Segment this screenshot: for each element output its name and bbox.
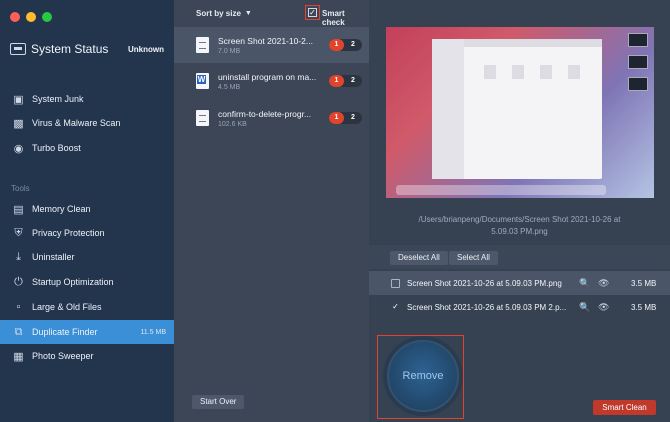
minimize-window-button[interactable]	[26, 12, 36, 22]
smart-clean-button[interactable]: Smart Clean	[593, 400, 656, 415]
deselect-all-button[interactable]: Deselect All	[390, 251, 448, 265]
row-checkbox[interactable]	[391, 278, 400, 288]
sidebar-item-label: Uninstaller	[32, 252, 75, 262]
sidebar: System Status Unknown ▣ System Junk ▩ Vi…	[0, 0, 174, 422]
photo-icon: ▦	[13, 350, 24, 363]
duplicate-size-badge: 11.5 MB	[140, 328, 166, 336]
word-file-icon	[196, 73, 209, 89]
file-name: Screen Shot 2021-10-2...	[218, 35, 313, 46]
duplicate-file-size: 3.5 MB	[631, 278, 657, 288]
system-status[interactable]: System Status Unknown	[10, 40, 164, 58]
monitor-icon: ▣	[13, 93, 24, 106]
preview-window-thumbnail	[432, 39, 602, 179]
checkmark-icon: ✓	[308, 8, 317, 17]
sidebar-item-virus-malware-scan[interactable]: ▩ Virus & Malware Scan	[0, 111, 174, 135]
sidebar-item-privacy-protection[interactable]: ⛨ Privacy Protection	[0, 221, 174, 245]
file-size: 4.5 MB	[218, 83, 241, 91]
sidebar-item-label: Virus & Malware Scan	[32, 118, 121, 128]
sidebar-item-large-old-files[interactable]: ▫ Large & Old Files	[0, 295, 174, 319]
duplicate-count-badge: 1 2	[329, 75, 362, 87]
sidebar-item-label: Large & Old Files	[32, 302, 102, 312]
duplicate-row[interactable]: Screen Shot 2021-10-26 at 5.09.03 PM.png…	[369, 271, 670, 295]
close-window-button[interactable]	[10, 12, 20, 22]
sidebar-item-uninstaller[interactable]: ⤓ Uninstaller	[0, 245, 174, 269]
scan-icon: ▩	[13, 117, 24, 130]
turbo-icon: ◉	[13, 142, 24, 155]
file-size: 102.6 KB	[218, 120, 247, 128]
duplicate-file-list-panel: Sort by size ▼ ✓ Smart check Screen Shot…	[174, 0, 369, 422]
sidebar-item-duplicate-finder[interactable]: ⧉ Duplicate Finder 11.5 MB	[0, 320, 174, 344]
remove-label: Remove	[402, 370, 444, 382]
smart-check-checkbox[interactable]: ✓	[305, 5, 320, 20]
start-over-button[interactable]: Start Over	[192, 395, 245, 409]
remove-button[interactable]: Remove	[387, 340, 459, 412]
sidebar-item-label: Duplicate Finder	[32, 327, 98, 337]
sidebar-item-photo-sweeper[interactable]: ▦ Photo Sweeper	[0, 344, 174, 368]
selected-count: 1	[329, 75, 344, 87]
uninstall-icon: ⤓	[16, 250, 21, 263]
sidebar-item-label: Startup Optimization	[32, 277, 114, 287]
duplicate-icon: ⧉	[14, 325, 23, 338]
image-preview[interactable]	[386, 27, 654, 198]
duplicate-file-size: 3.5 MB	[631, 302, 657, 312]
list-footer: Start Over	[174, 395, 369, 422]
row-checkbox[interactable]: ✓	[391, 302, 400, 312]
sidebar-item-label: Privacy Protection	[32, 228, 105, 238]
window-controls	[10, 12, 52, 22]
duplicate-row[interactable]: ✓ Screen Shot 2021-10-26 at 5.09.03 PM 2…	[369, 295, 670, 319]
power-icon: ⏻	[14, 275, 23, 288]
sidebar-item-label: Photo Sweeper	[32, 351, 94, 361]
zoom-window-button[interactable]	[42, 12, 52, 22]
sidebar-item-memory-clean[interactable]: ▤ Memory Clean	[0, 197, 174, 221]
select-all-button[interactable]: Select All	[449, 251, 498, 265]
selected-count: 1	[329, 112, 344, 124]
file-list-item[interactable]: confirm-to-delete-progr... 102.6 KB 1 2	[174, 100, 369, 136]
sidebar-item-turbo-boost[interactable]: ◉ Turbo Boost	[0, 136, 174, 160]
shield-icon: ⛨	[14, 226, 23, 239]
total-count: 2	[351, 114, 355, 121]
file-path: /Users/brianpeng/Documents/Screen Shot 2…	[369, 214, 670, 238]
system-status-title: System Status	[31, 42, 109, 56]
image-file-icon	[196, 37, 209, 53]
file-name: confirm-to-delete-progr...	[218, 108, 312, 119]
chevron-down-icon[interactable]: ▼	[245, 10, 252, 17]
sidebar-item-startup-optimization[interactable]: ⏻ Startup Optimization	[0, 270, 174, 294]
sidebar-item-label: Memory Clean	[32, 204, 91, 214]
preview-eye-icon[interactable]: 👁	[598, 302, 609, 313]
detail-panel: /Users/brianpeng/Documents/Screen Shot 2…	[369, 0, 670, 422]
preview-eye-icon[interactable]: 👁	[598, 278, 609, 289]
file-size: 7.0 MB	[218, 47, 241, 55]
selection-toolbar: Deselect All Select All	[369, 245, 670, 269]
smart-check-label[interactable]: Smart check	[322, 9, 369, 27]
duplicate-file-name: Screen Shot 2021-10-26 at 5.09.03 PM 2.p…	[407, 302, 567, 312]
reveal-in-finder-icon[interactable]: 🔍	[579, 278, 590, 289]
system-status-value: Unknown	[128, 44, 164, 54]
file-path-line: /Users/brianpeng/Documents/Screen Shot 2…	[418, 215, 621, 224]
file-list-item[interactable]: Screen Shot 2021-10-2... 7.0 MB 1 2	[174, 27, 369, 63]
image-file-icon	[196, 110, 209, 126]
sort-dropdown[interactable]: Sort by size	[196, 9, 241, 18]
sidebar-item-system-junk[interactable]: ▣ System Junk	[0, 87, 174, 111]
system-status-icon	[10, 43, 26, 55]
file-name: uninstall program on ma...	[218, 71, 317, 82]
reveal-in-finder-icon[interactable]: 🔍	[579, 302, 590, 313]
selected-count: 1	[329, 39, 344, 51]
duplicate-count-badge: 1 2	[329, 39, 362, 51]
file-path-line: 5.09.03 PM.png	[491, 227, 548, 236]
file-list-item[interactable]: uninstall program on ma... 4.5 MB 1 2	[174, 63, 369, 99]
duplicate-count-badge: 1 2	[329, 112, 362, 124]
list-header: Sort by size ▼ ✓ Smart check	[174, 0, 369, 27]
dock-thumbnail	[396, 185, 606, 195]
memory-icon: ▤	[13, 203, 24, 216]
duplicate-file-name: Screen Shot 2021-10-26 at 5.09.03 PM.png	[407, 278, 562, 288]
tools-section-label: Tools	[11, 184, 30, 193]
sidebar-item-label: Turbo Boost	[32, 143, 81, 153]
sidebar-item-label: System Junk	[32, 94, 84, 104]
total-count: 2	[351, 77, 355, 84]
file-icon: ▫	[16, 301, 21, 313]
total-count: 2	[351, 41, 355, 48]
